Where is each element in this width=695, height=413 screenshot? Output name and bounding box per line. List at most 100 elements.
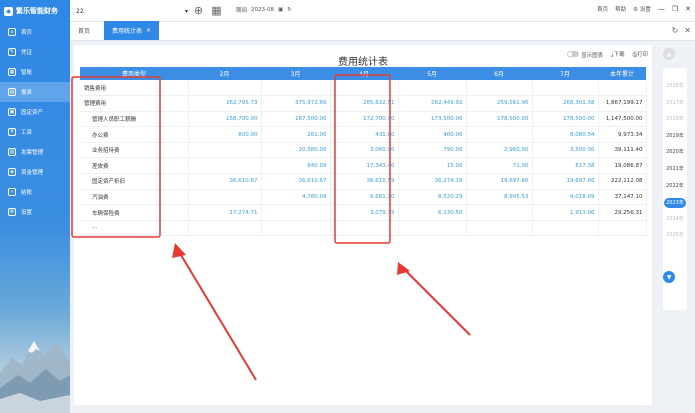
account-select[interactable]: 22 ▾ bbox=[76, 5, 188, 17]
month-value-cell[interactable]: 817.38 bbox=[532, 157, 599, 175]
month-value-cell[interactable]: 36,610.59 bbox=[330, 173, 399, 190]
month-value-cell[interactable]: 3,500.00 bbox=[532, 142, 599, 159]
year-item[interactable]: 2018年 bbox=[663, 115, 687, 122]
month-value-cell[interactable]: 36,610.67 bbox=[188, 173, 262, 190]
sidebar-item-5[interactable]: ¥ 工资 bbox=[0, 122, 70, 142]
tab-expense-report[interactable]: 费用统计表 × bbox=[104, 21, 160, 40]
sidebar-item-2[interactable]: ▦ 智账 bbox=[0, 62, 70, 82]
month-value-cell[interactable]: 178,500.00 bbox=[532, 111, 599, 128]
month-value-cell[interactable]: 167,500.00 bbox=[261, 111, 331, 128]
year-item[interactable]: 2022年 bbox=[663, 182, 687, 189]
month-value-cell[interactable]: 4,780.09 bbox=[261, 189, 331, 206]
month-value-cell[interactable]: 173,500.00 bbox=[398, 111, 467, 128]
month-value-cell[interactable]: 8,905.53 bbox=[466, 189, 533, 206]
month-value-cell[interactable]: 15.00 bbox=[398, 157, 467, 175]
month-value-cell[interactable]: 3,079.75 bbox=[330, 204, 399, 221]
month-value-cell[interactable]: 158,700.00 bbox=[188, 111, 262, 128]
month-value-cell[interactable]: 178,500.00 bbox=[466, 111, 533, 128]
maximize-icon[interactable]: ❐ bbox=[672, 5, 678, 13]
tab-close-all-icon[interactable]: ✕ bbox=[684, 26, 691, 35]
ytd-total-cell[interactable]: 1,147,500.00 bbox=[598, 111, 647, 128]
month-value-cell[interactable]: 400.00 bbox=[398, 126, 467, 143]
ytd-total-cell[interactable]: 29,256.31 bbox=[598, 204, 647, 221]
grid-icon[interactable]: ▦ bbox=[210, 4, 223, 17]
year-down-icon[interactable]: ▼ bbox=[663, 271, 675, 283]
year-item[interactable]: 2024年 bbox=[663, 215, 687, 222]
table-row[interactable]: ··· bbox=[80, 220, 647, 237]
month-value-cell[interactable]: 8,520.29 bbox=[398, 189, 467, 206]
year-item[interactable]: 2016年 bbox=[663, 82, 687, 89]
month-value-cell[interactable]: 431.80 bbox=[330, 126, 399, 143]
sidebar-item-0[interactable]: ⌂ 首页 bbox=[0, 22, 70, 42]
table-row[interactable]: 管理费用 262,795.73 375,972.66 285,632.51 282,44… bbox=[80, 95, 647, 112]
month-value-cell[interactable]: 6,130.50 bbox=[398, 204, 467, 221]
month-value-cell[interactable]: 268,301.58 bbox=[532, 95, 599, 112]
ytd-total-cell[interactable]: 37,147.10 bbox=[598, 189, 647, 206]
table-row[interactable]: 销售费用 bbox=[80, 80, 647, 97]
refresh-icon[interactable]: ↻ bbox=[287, 7, 292, 13]
month-value-cell[interactable]: 375,972.66 bbox=[261, 95, 331, 112]
minimize-icon[interactable]: — bbox=[658, 5, 665, 13]
show-chart-toggle[interactable]: 显示图表 bbox=[567, 50, 603, 59]
month-value-cell[interactable]: 17,274.71 bbox=[188, 204, 262, 221]
ytd-total-cell[interactable]: 9,973.34 bbox=[598, 126, 647, 143]
table-row[interactable]: 办公费 800.00 261.00 431.80 400.00 8,080.54 9,973… bbox=[80, 126, 647, 143]
print-button[interactable]: ⎙打印 bbox=[633, 50, 648, 59]
sidebar-item-9[interactable]: ⚙ 设置 bbox=[0, 202, 70, 222]
month-value-cell[interactable]: 285,632.51 bbox=[330, 95, 399, 112]
tab-home[interactable]: 首页 bbox=[70, 21, 98, 40]
table-row[interactable]: 汽油费 4,780.09 6,661.10 8,520.29 8,905.53 4,018… bbox=[80, 189, 647, 206]
year-item[interactable]: 2025年 bbox=[663, 231, 687, 238]
reload-icon[interactable]: ↻ bbox=[672, 26, 679, 35]
table-row[interactable]: 车辆保险费 17,274.71 3,079.75 6,130.50 1,913.06 29… bbox=[80, 204, 647, 221]
month-value-cell[interactable]: 3,060.00 bbox=[330, 142, 399, 159]
ytd-total-cell[interactable]: 19,086.87 bbox=[598, 157, 647, 175]
link-help[interactable]: 帮助 bbox=[615, 5, 626, 13]
sidebar-item-4[interactable]: ▣ 固定资产 bbox=[0, 102, 70, 122]
year-item[interactable]: 2019年 bbox=[663, 132, 687, 139]
table-row[interactable]: 业务招待费 20,580.00 3,060.00 790.00 2,960.00 3,50… bbox=[80, 142, 647, 159]
year-item[interactable]: 2023年 bbox=[664, 198, 686, 209]
close-icon[interactable]: ✕ bbox=[685, 5, 691, 13]
link-home[interactable]: 首页 bbox=[597, 5, 608, 13]
month-value-cell[interactable]: 17,343.40 bbox=[330, 157, 399, 175]
period-picker[interactable]: 期间 2023-08 ▣ ↻ bbox=[236, 6, 292, 14]
month-value-cell[interactable]: 800.00 bbox=[188, 126, 262, 143]
month-value-cell[interactable]: 790.00 bbox=[398, 142, 467, 159]
month-value-cell[interactable]: 259,561.96 bbox=[466, 95, 533, 112]
download-button[interactable]: ⤓下载 bbox=[611, 50, 624, 59]
month-value-cell[interactable]: 71.00 bbox=[466, 157, 533, 175]
month-value-cell[interactable]: 262,795.73 bbox=[188, 95, 262, 112]
sidebar-item-7[interactable]: ◈ 资金管理 bbox=[0, 162, 70, 182]
sidebar-item-3[interactable]: ▤ 报表 bbox=[0, 82, 70, 102]
table-row[interactable]: 固定资产折旧 36,610.67 36,610.67 36,610.59 36,274.… bbox=[80, 173, 647, 190]
plus-circle-icon[interactable]: ⊕ bbox=[192, 4, 205, 17]
tab-close-icon[interactable]: × bbox=[146, 27, 151, 34]
ytd-total-cell[interactable]: 222,112.08 bbox=[598, 173, 647, 190]
sidebar-item-8[interactable]: ✓ 结账 bbox=[0, 182, 70, 202]
month-value-cell[interactable]: 36,274.16 bbox=[398, 173, 467, 190]
month-value-cell[interactable]: 2,960.00 bbox=[466, 142, 533, 159]
month-value-cell[interactable]: 261.00 bbox=[261, 126, 331, 143]
table-row[interactable]: 差旅费 840.09 17,343.40 15.00 71.00 817.38 19,086… bbox=[80, 157, 647, 175]
month-value-cell[interactable]: 172,700.00 bbox=[330, 111, 399, 128]
year-item[interactable]: 2020年 bbox=[663, 148, 687, 155]
month-value-cell[interactable]: 6,661.10 bbox=[330, 189, 399, 206]
year-item[interactable]: 2021年 bbox=[663, 165, 687, 172]
ytd-total-cell[interactable]: 1,867,199.17 bbox=[598, 95, 647, 112]
sidebar-item-6[interactable]: ▥ 发票管理 bbox=[0, 142, 70, 162]
table-row[interactable]: 管理人员职工薪酬 158,700.00 167,500.00 172,700.00 17… bbox=[80, 111, 647, 128]
ytd-total-cell[interactable]: 39,111.40 bbox=[598, 142, 647, 159]
month-value-cell[interactable]: 19,697.66 bbox=[466, 173, 533, 190]
month-value-cell[interactable]: 36,610.67 bbox=[261, 173, 331, 190]
year-item[interactable]: 2017年 bbox=[663, 99, 687, 106]
month-value-cell[interactable]: 840.09 bbox=[261, 157, 331, 175]
link-settings[interactable]: ⚙ 设置 bbox=[633, 5, 651, 13]
month-value-cell[interactable]: 8,080.54 bbox=[532, 126, 599, 143]
sidebar-item-1[interactable]: ✎ 凭证 bbox=[0, 42, 70, 62]
month-value-cell[interactable]: 19,697.66 bbox=[532, 173, 599, 190]
month-value-cell[interactable]: 4,018.09 bbox=[532, 189, 599, 206]
month-value-cell[interactable]: 282,449.92 bbox=[398, 95, 467, 112]
year-up-icon[interactable]: ▲ bbox=[663, 48, 675, 60]
month-value-cell[interactable]: 20,580.00 bbox=[261, 142, 331, 159]
